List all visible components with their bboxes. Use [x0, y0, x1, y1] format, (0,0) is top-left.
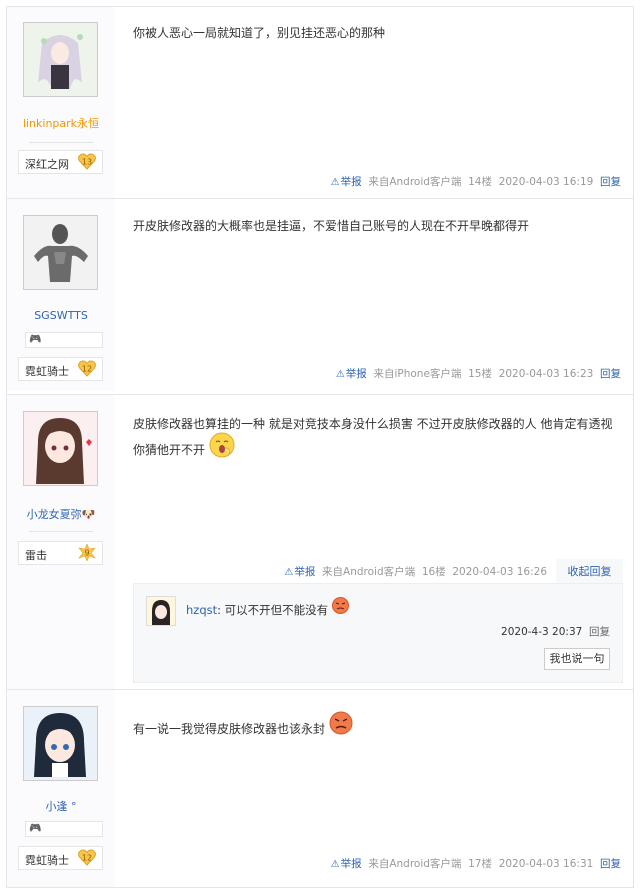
- thread-frame: [6, 6, 634, 888]
